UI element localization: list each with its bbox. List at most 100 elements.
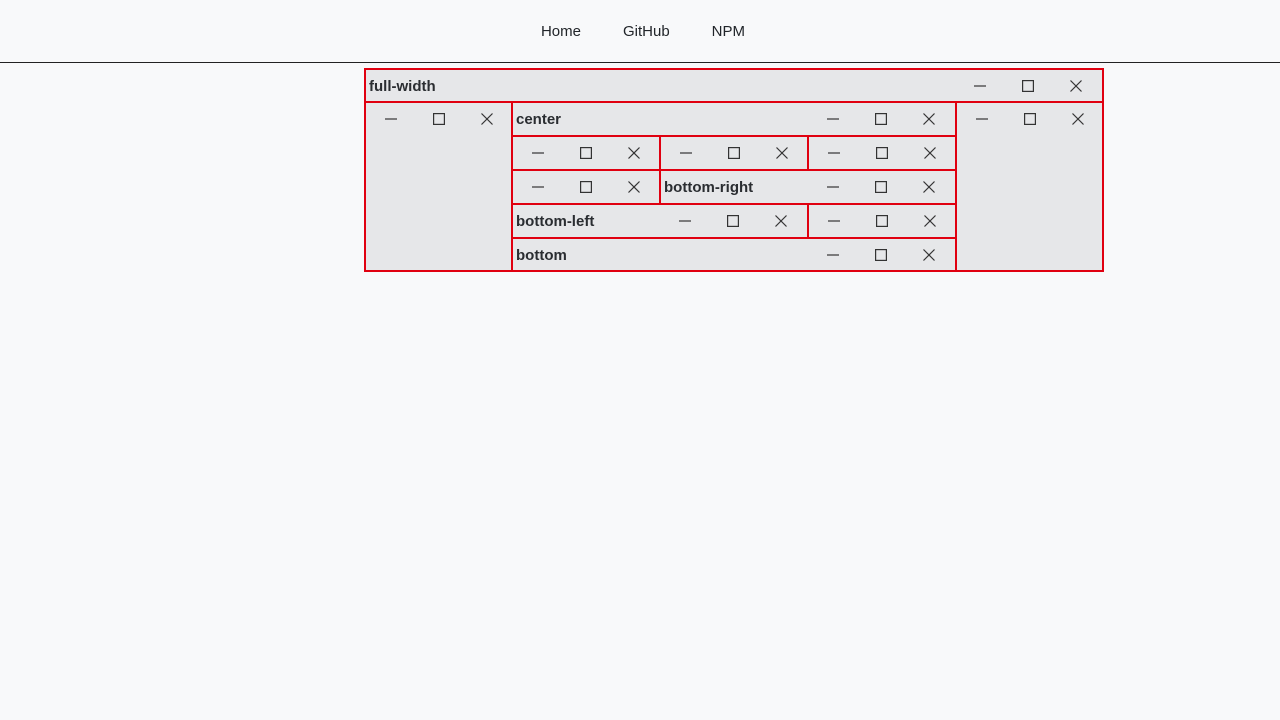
window-controls [661, 205, 805, 237]
maximize-icon [875, 181, 887, 193]
maximize-button[interactable] [562, 171, 610, 203]
window-title: bottom-right [664, 178, 754, 196]
window-controls [810, 205, 954, 237]
close-button[interactable] [758, 137, 806, 169]
window-titlebar[interactable] [366, 103, 511, 135]
close-button[interactable] [906, 137, 954, 169]
window-controls [367, 103, 511, 135]
close-icon [1071, 113, 1084, 125]
close-icon [628, 147, 640, 159]
minimize-icon [532, 152, 544, 154]
close-button[interactable] [906, 205, 954, 237]
minimize-button[interactable] [809, 103, 857, 135]
maximize-button[interactable] [858, 137, 906, 169]
minimize-button[interactable] [661, 205, 709, 237]
maximize-icon [876, 215, 888, 227]
minimize-button[interactable] [514, 171, 562, 203]
window-titlebar[interactable] [809, 137, 955, 169]
window-titlebar[interactable]: bottom-left [513, 205, 807, 237]
minimize-button[interactable] [809, 239, 857, 271]
window-controls [809, 171, 953, 203]
minimize-button[interactable] [810, 137, 858, 169]
window-cell-e [807, 203, 957, 239]
nav-links: Home GitHub NPM [514, 23, 766, 40]
maximize-button[interactable] [710, 137, 758, 169]
window-titlebar[interactable]: bottom-right [661, 171, 955, 203]
maximize-button[interactable] [562, 137, 610, 169]
window-titlebar[interactable] [513, 171, 659, 203]
maximize-button[interactable] [857, 239, 905, 271]
maximize-button[interactable] [857, 103, 905, 135]
maximize-button[interactable] [858, 205, 906, 237]
maximize-icon [875, 249, 887, 261]
minimize-icon [827, 254, 839, 256]
maximize-icon [432, 113, 445, 125]
minimize-button[interactable] [956, 70, 1004, 102]
maximize-button[interactable] [709, 205, 757, 237]
nav-link-home[interactable]: Home [520, 23, 602, 40]
minimize-icon [680, 152, 692, 154]
window-full-width: full-width [364, 68, 1104, 103]
close-icon [776, 147, 788, 159]
close-button[interactable] [905, 239, 953, 271]
maximize-button[interactable] [1006, 103, 1054, 135]
window-title: center [516, 110, 562, 128]
window-bottom-right: bottom-right [659, 169, 957, 205]
window-titlebar[interactable] [513, 137, 659, 169]
minimize-icon [975, 118, 988, 120]
maximize-icon [580, 181, 592, 193]
minimize-button[interactable] [514, 137, 562, 169]
maximize-icon [875, 113, 887, 125]
close-icon [924, 147, 936, 159]
maximize-icon [727, 215, 739, 227]
minimize-button[interactable] [958, 103, 1006, 135]
minimize-icon [532, 186, 544, 188]
minimize-button[interactable] [662, 137, 710, 169]
close-icon [628, 181, 640, 193]
close-button[interactable] [1052, 70, 1100, 102]
close-button[interactable] [757, 205, 805, 237]
window-titlebar[interactable]: center [513, 103, 955, 135]
window-cell-b [659, 135, 809, 171]
window-cell-a [511, 135, 661, 171]
window-titlebar[interactable]: bottom [513, 239, 955, 271]
close-button[interactable] [1054, 103, 1102, 135]
nav-link-github[interactable]: GitHub [602, 23, 691, 40]
window-controls [958, 103, 1102, 135]
window-center: center [511, 101, 957, 137]
window-titlebar[interactable] [809, 205, 955, 237]
window-title: bottom-left [516, 212, 595, 230]
minimize-button[interactable] [367, 103, 415, 135]
maximize-icon [1022, 80, 1034, 92]
maximize-icon [580, 147, 592, 159]
window-controls [810, 137, 954, 169]
minimize-icon [827, 118, 839, 120]
window-cell-c [807, 135, 957, 171]
window-bottom-left: bottom-left [511, 203, 809, 239]
window-title: full-width [369, 77, 436, 95]
nav-link-npm[interactable]: NPM [691, 23, 766, 40]
minimize-icon [974, 85, 986, 87]
minimize-icon [828, 220, 840, 222]
window-titlebar[interactable]: full-width [366, 70, 1102, 102]
window-titlebar[interactable] [661, 137, 807, 169]
minimize-icon [679, 220, 691, 222]
close-button[interactable] [905, 103, 953, 135]
close-button[interactable] [463, 103, 511, 135]
close-button[interactable] [610, 171, 658, 203]
close-icon [923, 249, 935, 261]
window-controls [809, 239, 953, 271]
window-titlebar[interactable] [957, 103, 1102, 135]
close-button[interactable] [610, 137, 658, 169]
minimize-button[interactable] [810, 205, 858, 237]
window-left [364, 101, 513, 272]
close-icon [923, 181, 935, 193]
maximize-button[interactable] [1004, 70, 1052, 102]
minimize-button[interactable] [809, 171, 857, 203]
window-controls [956, 70, 1100, 102]
window-controls [514, 137, 658, 169]
close-button[interactable] [905, 171, 953, 203]
close-icon [924, 215, 936, 227]
maximize-button[interactable] [415, 103, 463, 135]
maximize-button[interactable] [857, 171, 905, 203]
